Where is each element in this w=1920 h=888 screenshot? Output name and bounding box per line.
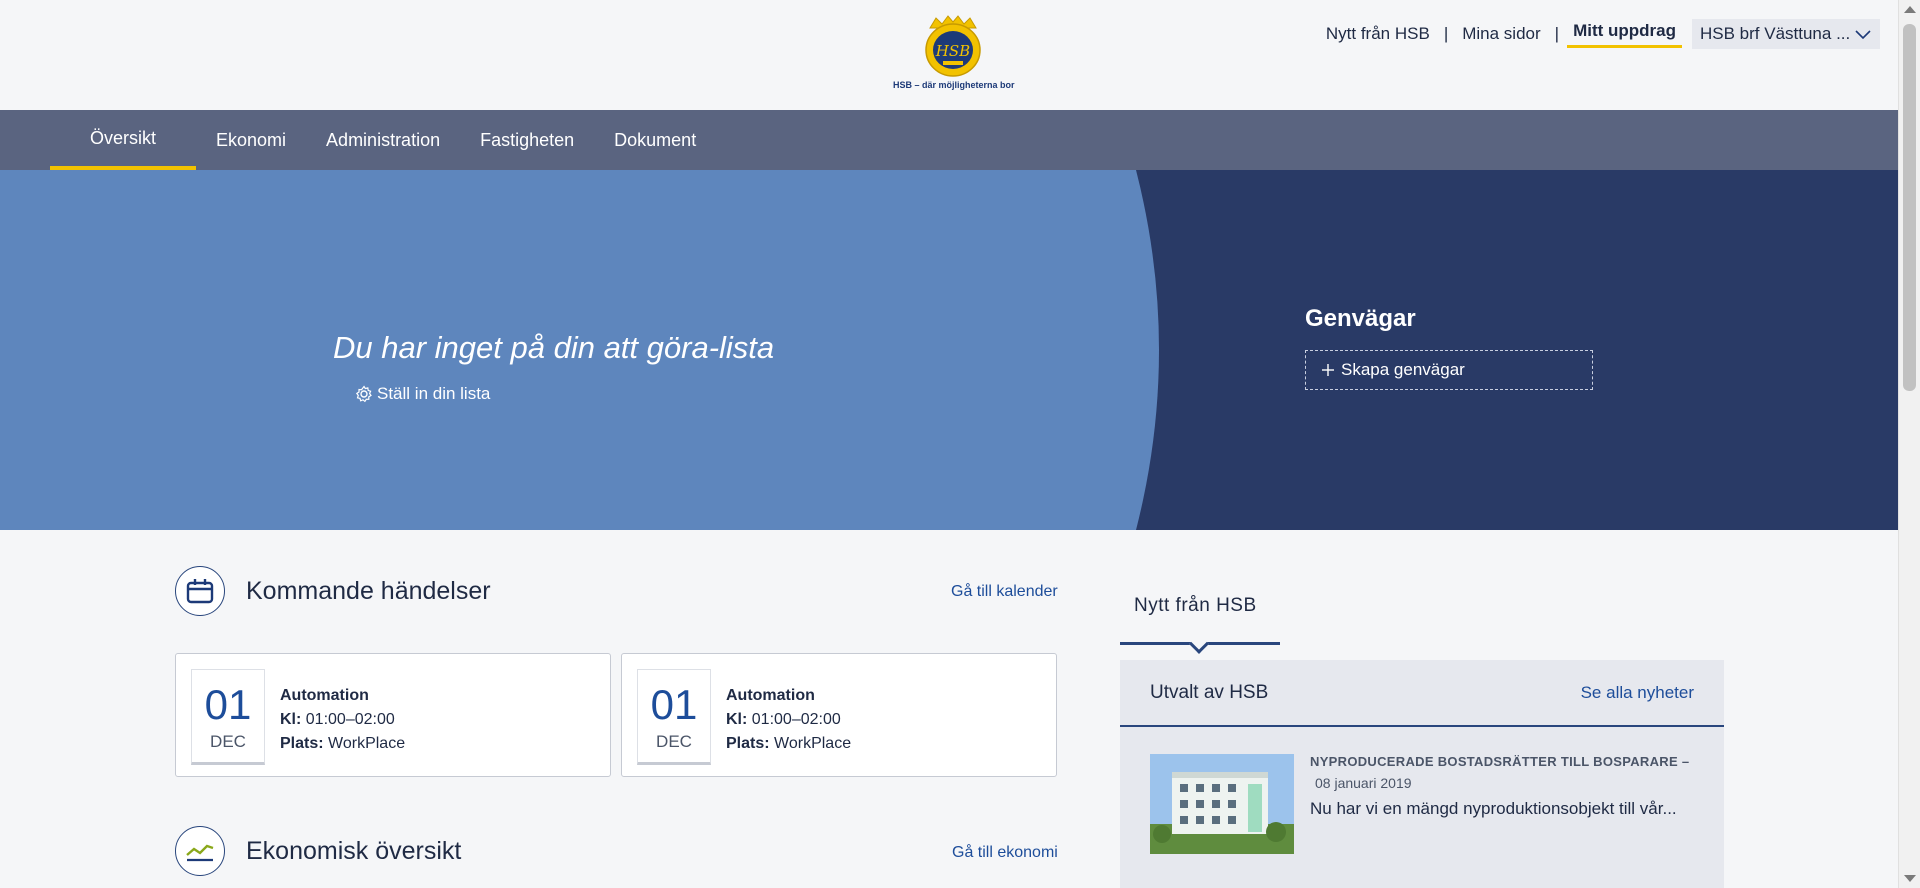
shortcuts-title: Genvägar [1305,305,1416,332]
event-name: Automation [280,687,369,704]
header: HSB HSB – där möjligheterna bor Nytt frå… [0,0,1898,110]
go-to-economy-link[interactable]: Gå till ekonomi [952,844,1058,862]
create-shortcuts-button[interactable]: Skapa genvägar [1305,350,1593,390]
main-navigation: Översikt Ekonomi Administration Fastighe… [0,110,1898,170]
scrollbar-thumb[interactable] [1903,24,1916,391]
hsb-logo[interactable]: HSB HSB – där möjligheterna bor [893,14,1015,98]
event-place: Plats: WorkPlace [280,735,406,752]
scroll-down-icon[interactable] [1904,875,1916,882]
logo-tagline: HSB – där möjligheterna bor [893,80,1015,90]
event-info: Automation Kl: 01:00–02:00 Plats: WorkPl… [280,684,405,756]
news-item[interactable]: NYPRODUCERADE BOSTADSRÄTTER TILL BOSPARA… [1150,754,1710,864]
todo-empty-message: Du har inget på din att göra-lista [333,330,775,365]
go-to-calendar-link[interactable]: Gå till kalender [951,583,1058,601]
events-header: Kommande händelser [175,566,491,616]
chevron-down-icon [1855,30,1871,40]
news-panel-header: Utvalt av HSB Se alla nyheter [1120,660,1724,727]
tab-administration[interactable]: Administration [306,110,460,170]
apartment-building-image [1150,754,1294,854]
divider: | [1554,24,1560,43]
events-icon-circle [175,566,225,616]
hsb-crest-icon: HSB [925,15,981,77]
event-card[interactable]: 01 DEC Automation Kl: 01:00–02:00 Plats:… [621,653,1057,777]
economy-header: Ekonomisk översikt [175,826,461,876]
news-category: NYPRODUCERADE BOSTADSRÄTTER TILL BOSPARA… [1310,754,1690,769]
event-date-badge: 01 DEC [637,669,711,765]
page-scrollbar[interactable] [1898,0,1920,888]
trend-chart-icon [186,844,214,862]
news-panel-title: Utvalt av HSB [1150,681,1269,703]
event-month: DEC [210,732,246,751]
tab-fastigheten[interactable]: Fastigheten [460,110,594,170]
event-time: Kl: 01:00–02:00 [280,711,395,728]
news-thumbnail [1150,754,1294,854]
hero-banner: Du har inget på din att göra-lista Ställ… [0,170,1898,530]
svg-text:HSB: HSB [935,42,970,60]
event-place: Plats: WorkPlace [726,735,852,752]
event-date-badge: 01 DEC [191,669,265,765]
tab-oversikt[interactable]: Översikt [50,110,197,170]
configure-todo-label: Ställ in din lista [377,384,491,403]
tab-dokument[interactable]: Dokument [594,110,716,170]
tab-caret [1189,634,1209,654]
configure-todo-link[interactable]: Ställ in din lista [355,384,490,404]
organization-select-value: HSB brf Västtuna ... [1700,24,1851,43]
event-name: Automation [726,687,815,704]
calendar-icon [186,579,214,604]
news-excerpt: Nu har vi en mängd nyproduktionsobjekt t… [1310,799,1677,818]
see-all-news-link[interactable]: Se alla nyheter [1581,683,1694,703]
scroll-up-icon[interactable] [1904,6,1916,13]
tab-ekonomi[interactable]: Ekonomi [196,110,306,170]
event-month: DEC [656,732,692,751]
event-card[interactable]: 01 DEC Automation Kl: 01:00–02:00 Plats:… [175,653,611,777]
top-navigation: Nytt från HSB | Mina sidor | Mitt uppdra… [1320,19,1880,49]
create-shortcuts-label: Skapa genvägar [1341,360,1465,379]
topnav-my-assignment-link[interactable]: Mitt uppdrag [1567,21,1682,48]
divider: | [1443,24,1449,43]
event-time: Kl: 01:00–02:00 [726,711,841,728]
topnav-my-pages-link[interactable]: Mina sidor [1456,24,1546,44]
plus-icon [1322,364,1334,376]
organization-select[interactable]: HSB brf Västtuna ... [1692,19,1880,49]
event-day: 01 [650,681,698,728]
news-tab-label: Nytt från HSB [1134,595,1257,616]
event-info: Automation Kl: 01:00–02:00 Plats: WorkPl… [726,684,851,756]
news-text: NYPRODUCERADE BOSTADSRÄTTER TILL BOSPARA… [1310,754,1700,821]
news-date: 08 januari 2019 [1315,775,1412,791]
gear-icon [355,385,372,403]
topnav-news-link[interactable]: Nytt från HSB [1320,24,1436,44]
economy-icon-circle [175,826,225,876]
tab-news-from-hsb[interactable]: Nytt från HSB [1120,577,1280,654]
event-day: 01 [204,681,252,728]
economy-title: Ekonomisk översikt [246,836,462,865]
events-title: Kommande händelser [246,576,491,605]
news-panel: Utvalt av HSB Se alla nyheter NYPRODUCER… [1120,660,1724,888]
